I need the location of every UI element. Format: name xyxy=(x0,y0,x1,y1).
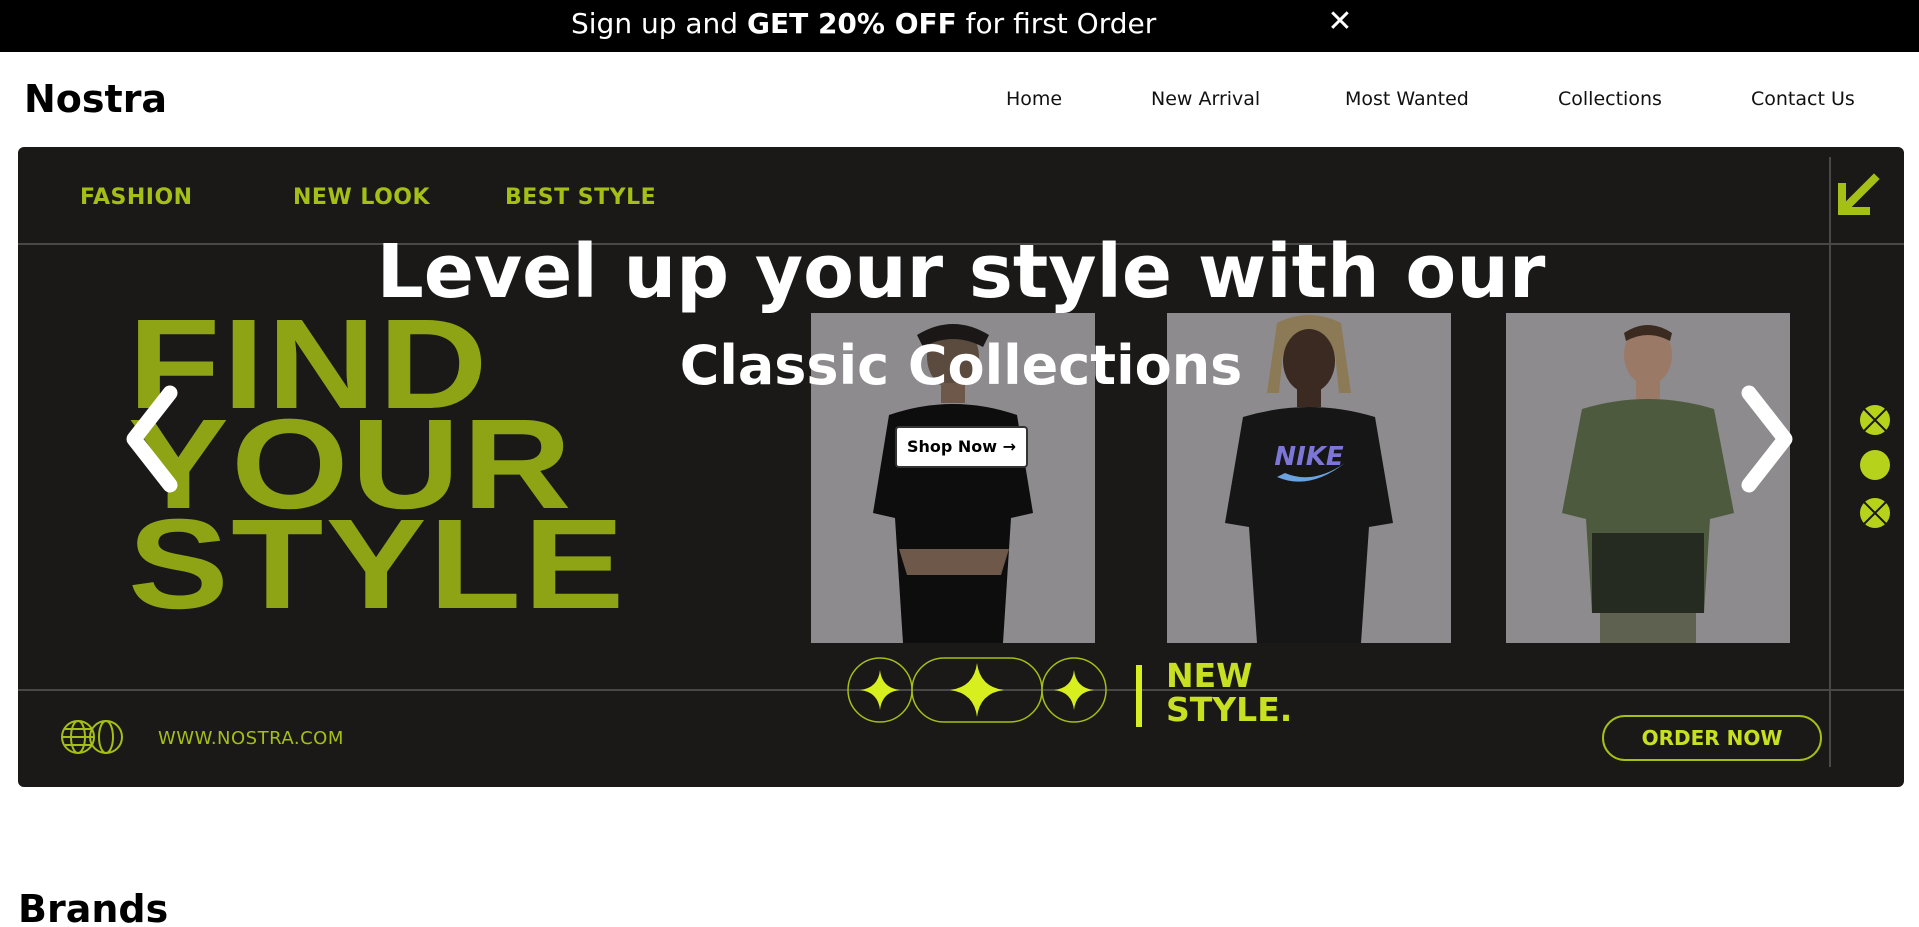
promo-bar: Sign up and GET 20% OFF for first Order … xyxy=(0,0,1919,52)
nav-collections[interactable]: Collections xyxy=(1558,86,1662,112)
tag-fashion: FASHION xyxy=(80,185,193,210)
close-icon[interactable]: ✕ xyxy=(1326,7,1354,37)
svg-text:NIKE: NIKE xyxy=(1274,442,1344,472)
big-text-style: STYLE xyxy=(128,493,627,636)
brands-section-title: Brands xyxy=(18,887,169,927)
nav-most-wanted[interactable]: Most Wanted xyxy=(1345,86,1469,112)
nav-home[interactable]: Home xyxy=(1006,86,1062,112)
order-now-button[interactable]: ORDER NOW xyxy=(1602,715,1822,761)
ornament-icon xyxy=(1860,405,1890,528)
hero-headline: Level up your style with our xyxy=(376,229,1546,315)
promo-text-start: Sign up and xyxy=(571,7,747,40)
website-url[interactable]: WWW.NOSTRA.COM xyxy=(158,727,344,751)
hero-banner: FASHION NEW LOOK BEST STYLE FIND YOUR ST… xyxy=(18,147,1904,787)
chevron-right-icon[interactable] xyxy=(1731,379,1801,499)
promo-text: Sign up and GET 20% OFF for first Order xyxy=(571,6,1156,42)
arrow-down-left-icon xyxy=(1838,173,1880,215)
new-style-line-1: NEW xyxy=(1166,656,1253,695)
promo-text-discount: GET 20% OFF xyxy=(746,7,957,40)
sparkle-icon xyxy=(847,657,1107,723)
new-style-text: NEW STYLE. xyxy=(1166,659,1292,727)
hero-subheadline: Classic Collections xyxy=(679,334,1243,397)
globe-icon xyxy=(61,720,123,754)
nav-new-arrival[interactable]: New Arrival xyxy=(1151,86,1260,112)
tag-new-look: NEW LOOK xyxy=(293,185,431,210)
new-style-line-2: STYLE. xyxy=(1166,690,1293,729)
tag-best-style: BEST STYLE xyxy=(505,185,657,210)
shop-now-button[interactable]: Shop Now → xyxy=(895,426,1028,468)
promo-text-end: for first Order xyxy=(956,7,1157,40)
nav-contact-us[interactable]: Contact Us xyxy=(1751,86,1855,112)
accent-bar xyxy=(1136,665,1142,727)
chevron-left-icon[interactable] xyxy=(118,379,188,499)
main-nav: Home New Arrival Most Wanted Collections… xyxy=(0,86,1919,114)
